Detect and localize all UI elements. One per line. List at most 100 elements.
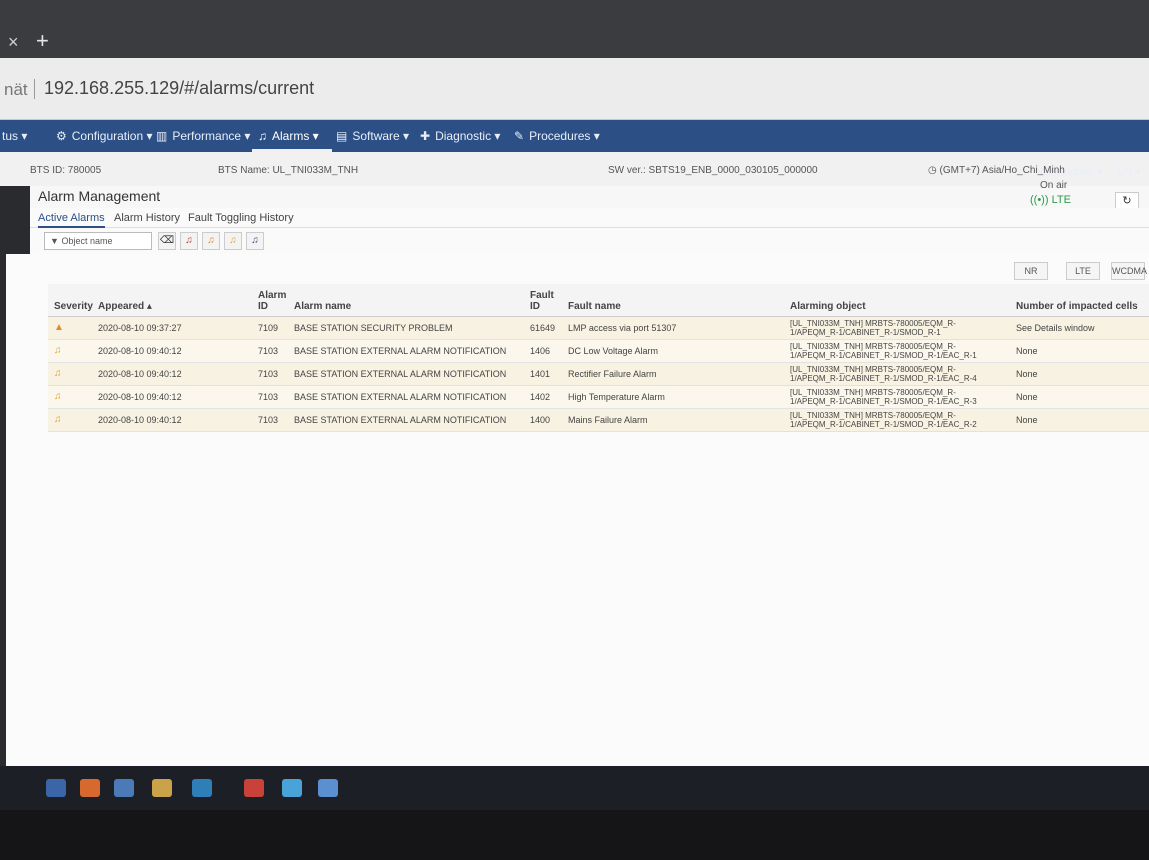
lte-filter-button[interactable]: LTE [1066, 262, 1100, 280]
header-alarm-name[interactable]: Alarm name [288, 284, 524, 317]
language-menu[interactable]: EN ▾ [1117, 165, 1141, 178]
nav-procedures[interactable]: ✎ Procedures ▾ [514, 129, 600, 143]
header-alarming-object[interactable]: Alarming object [784, 284, 1010, 317]
table-header-row: Severity Appeared ▴ Alarm ID Alarm name … [48, 284, 1149, 317]
alarm-id-cell: 7103 [252, 385, 288, 409]
fault-name-cell: Rectifier Failure Alarm [562, 362, 784, 386]
alarm-id-cell: 7103 [252, 408, 288, 432]
eraser-icon: ⌫ [159, 235, 175, 246]
software-icon: ▤ [336, 129, 348, 143]
table-row[interactable]: ♫ 2020-08-10 09:40:12 7103 BASE STATION … [48, 408, 1149, 432]
warning-bell-icon: ♫ [251, 235, 259, 246]
clear-filter-button[interactable]: ⌫ [158, 232, 176, 250]
remote-app-icon[interactable] [192, 779, 212, 797]
screen-bezel [0, 810, 1149, 860]
fault-id-cell: 1406 [524, 339, 562, 363]
tab-active-alarms[interactable]: Active Alarms [38, 212, 105, 228]
fault-name-cell: High Temperature Alarm [562, 385, 784, 409]
address-url[interactable]: 192.168.255.129/#/alarms/current [44, 78, 314, 99]
nav-status[interactable]: tus ▾ [2, 129, 27, 143]
table-row[interactable]: ♫ 2020-08-10 09:40:12 7103 BASE STATION … [48, 339, 1149, 363]
impacted-cells-cell: None [1010, 362, 1149, 386]
nav-procedures-label: Procedures ▾ [529, 129, 600, 143]
minor-alarm-icon: ♫ [54, 345, 62, 356]
header-severity[interactable]: Severity [48, 284, 93, 317]
warning-filter-button[interactable]: ♫ [246, 232, 264, 250]
file-explorer-icon[interactable] [152, 779, 172, 797]
fault-id-cell: 1402 [524, 385, 562, 409]
sw-version: SW ver.: SBTS19_ENB_0000_030105_000000 [608, 165, 818, 176]
active-alarms-table: Severity Appeared ▴ Alarm ID Alarm name … [48, 284, 1149, 432]
timezone-label: (GMT+7) Asia/Ho_Chi_Minh [939, 165, 1065, 176]
alarm-name-cell: BASE STATION EXTERNAL ALARM NOTIFICATION [288, 362, 524, 386]
minor-filter-button[interactable]: ♫ [224, 232, 242, 250]
table-row[interactable]: ♫ 2020-08-10 09:40:12 7103 BASE STATION … [48, 362, 1149, 386]
wcdma-filter-button[interactable]: WCDMA [1111, 262, 1147, 280]
impacted-cells-cell[interactable]: See Details window [1010, 316, 1149, 340]
page-title: Alarm Management [38, 188, 161, 204]
appeared-cell: 2020-08-10 09:37:27 [92, 316, 252, 340]
main-navbar: tus ▾ ⚙ Configuration ▾ ▥ Performance ▾ … [0, 120, 1149, 152]
major-bell-icon: ♫ [207, 235, 215, 246]
browser-tab-strip: × + [0, 0, 1149, 58]
nav-configuration[interactable]: ⚙ Configuration ▾ [56, 129, 153, 143]
minor-alarm-icon: ♫ [54, 391, 62, 402]
table-row[interactable]: ▲ 2020-08-10 09:37:27 7109 BASE STATION … [48, 316, 1149, 340]
header-impacted-cells[interactable]: Number of impacted cells [1010, 284, 1149, 317]
fault-id-cell: 1400 [524, 408, 562, 432]
firefox-icon[interactable] [80, 779, 100, 797]
address-security-label: nät [4, 80, 28, 99]
nav-diagnostic[interactable]: ✚ Diagnostic ▾ [420, 129, 500, 143]
signal-icon: ((•)) [1030, 194, 1049, 206]
browser-app-icon[interactable] [318, 779, 338, 797]
alarm-id-cell: 7109 [252, 316, 288, 340]
severity-cell: ♫ [48, 339, 92, 363]
gear-icon: ⚙ [56, 129, 67, 143]
minor-alarm-icon: ♫ [54, 414, 62, 425]
tab-fault-toggling-history[interactable]: Fault Toggling History [188, 212, 294, 224]
clock-icon: ◷ [928, 165, 937, 176]
address-bar[interactable]: nät 192.168.255.129/#/alarms/current [0, 58, 1149, 120]
appeared-cell: 2020-08-10 09:40:12 [92, 408, 252, 432]
windows-start-icon[interactable] [46, 779, 66, 797]
lte-status-label: LTE [1051, 194, 1071, 206]
os-taskbar [0, 766, 1149, 810]
minor-alarm-icon: ♫ [54, 368, 62, 379]
nav-status-label: tus ▾ [2, 129, 28, 143]
nav-performance[interactable]: ▥ Performance ▾ [156, 129, 250, 143]
new-tab-icon[interactable]: + [36, 28, 49, 54]
alarming-object-cell: [UL_TNI033M_TNH] MRBTS-780005/EQM_R-1/AP… [784, 316, 1010, 340]
fault-name-cell: Mains Failure Alarm [562, 408, 784, 432]
alarm-name-cell: BASE STATION EXTERNAL ALARM NOTIFICATION [288, 339, 524, 363]
alarm-name-cell: BASE STATION SECURITY PROBLEM [288, 316, 524, 340]
nav-alarms[interactable]: ♫ Alarms ▾ [258, 129, 319, 143]
alarm-tabs: Active Alarms Alarm History Fault Toggli… [30, 208, 1149, 228]
header-alarm-id[interactable]: Alarm ID [252, 284, 288, 317]
tool-app-icon[interactable] [282, 779, 302, 797]
appeared-cell: 2020-08-10 09:40:12 [92, 362, 252, 386]
table-row[interactable]: ♫ 2020-08-10 09:40:12 7103 BASE STATION … [48, 385, 1149, 409]
chart-icon: ▥ [156, 129, 168, 143]
alarm-id-cell: 7103 [252, 362, 288, 386]
alarming-object-cell: [UL_TNI033M_TNH] MRBTS-780005/EQM_R-1/AP… [784, 362, 1010, 386]
alarming-object-cell: [UL_TNI033M_TNH] MRBTS-780005/EQM_R-1/AP… [784, 408, 1010, 432]
severity-cell: ♫ [48, 408, 92, 432]
network-app-icon[interactable] [114, 779, 134, 797]
header-fault-name[interactable]: Fault name [562, 284, 784, 317]
alarm-name-cell: BASE STATION EXTERNAL ALARM NOTIFICATION [288, 408, 524, 432]
header-fault-id[interactable]: Fault ID [524, 284, 562, 317]
chrome-icon[interactable] [244, 779, 264, 797]
header-appeared[interactable]: Appeared ▴ [92, 284, 252, 317]
nr-filter-button[interactable]: NR [1014, 262, 1048, 280]
critical-filter-button[interactable]: ♫ [180, 232, 198, 250]
nav-software[interactable]: ▤ Software ▾ [336, 129, 409, 143]
fault-id-cell: 61649 [524, 316, 562, 340]
alarm-toolbar: ▼ Object name ⌫ ♫ ♫ ♫ ♫ [30, 228, 1149, 254]
filter-icon: ▼ [50, 236, 59, 246]
object-name-filter[interactable]: ▼ Object name [44, 232, 152, 250]
tab-alarm-history[interactable]: Alarm History [114, 212, 180, 224]
impacted-cells-cell: None [1010, 408, 1149, 432]
close-tab-icon[interactable]: × [8, 32, 19, 53]
major-filter-button[interactable]: ♫ [202, 232, 220, 250]
fault-id-cell: 1401 [524, 362, 562, 386]
